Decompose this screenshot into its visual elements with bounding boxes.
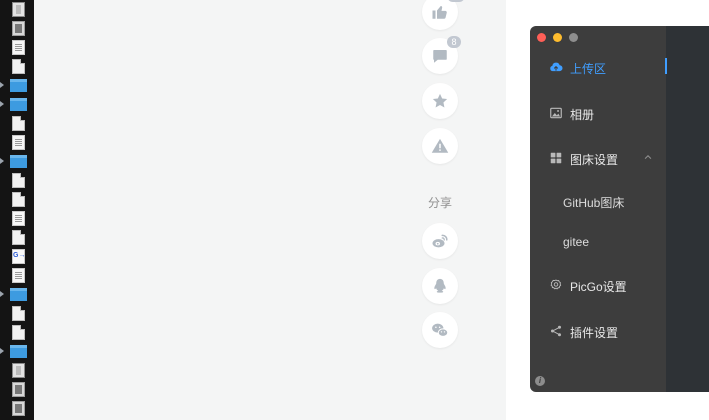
folder-icon bbox=[10, 345, 27, 358]
wechat-icon bbox=[432, 323, 449, 337]
disclosure-arrow-icon[interactable] bbox=[0, 101, 4, 107]
disclosure-arrow-icon[interactable] bbox=[0, 82, 4, 88]
menu-item-plugin-settings[interactable]: 插件设置 bbox=[530, 319, 666, 343]
folder-icon bbox=[10, 98, 27, 111]
file-row[interactable] bbox=[0, 399, 34, 418]
file-row[interactable] bbox=[0, 171, 34, 190]
device-icon bbox=[12, 2, 25, 17]
picture-icon bbox=[550, 107, 562, 119]
file-row[interactable] bbox=[0, 209, 34, 228]
menu-label-gitee: gitee bbox=[563, 235, 590, 249]
share-qq-button[interactable] bbox=[422, 268, 458, 304]
file-row[interactable] bbox=[0, 228, 34, 247]
star-icon bbox=[432, 93, 448, 108]
file-browser-strip bbox=[0, 0, 34, 420]
menu-label-album: 相册 bbox=[570, 108, 595, 122]
file-row[interactable] bbox=[0, 304, 34, 323]
device-icon bbox=[12, 363, 25, 378]
file-icon bbox=[12, 173, 25, 188]
folder-icon bbox=[10, 155, 27, 168]
file-row[interactable] bbox=[0, 57, 34, 76]
image-file-icon bbox=[12, 21, 25, 36]
comment-button[interactable]: 8 bbox=[422, 36, 461, 74]
file-icon bbox=[12, 325, 25, 340]
weibo-icon bbox=[432, 234, 448, 248]
document-icon bbox=[12, 211, 25, 226]
menu-item-bed-settings[interactable]: 图床设置 bbox=[530, 146, 666, 170]
file-icon bbox=[12, 306, 25, 321]
file-icon bbox=[12, 59, 25, 74]
share-label: 分享 bbox=[427, 196, 452, 210]
file-icon bbox=[12, 230, 25, 245]
file-row[interactable] bbox=[0, 38, 34, 57]
grid-menu-icon bbox=[550, 152, 562, 164]
file-icon bbox=[12, 192, 25, 207]
menu-label-upload: 上传区 bbox=[570, 62, 607, 76]
window-minimize-button[interactable] bbox=[553, 33, 562, 42]
folder-icon bbox=[10, 79, 27, 92]
file-row[interactable] bbox=[0, 361, 34, 380]
file-row[interactable] bbox=[0, 266, 34, 285]
file-row[interactable] bbox=[0, 190, 34, 209]
window-close-button[interactable] bbox=[537, 33, 546, 42]
menu-label-github-bed: GitHub图床 bbox=[563, 196, 625, 210]
qq-penguin-icon bbox=[434, 278, 446, 293]
file-row[interactable] bbox=[0, 285, 34, 304]
gear-icon bbox=[550, 279, 562, 290]
chevron-up-icon bbox=[644, 154, 652, 160]
document-icon bbox=[12, 268, 25, 283]
picgo-app-window: 上传区 相册 图床设置 GitHub图床 gitee PicGo设置 插件设置 … bbox=[530, 26, 709, 392]
document-icon bbox=[12, 40, 25, 55]
report-button[interactable] bbox=[422, 128, 458, 164]
thumbs-up-icon bbox=[432, 6, 447, 19]
menu-item-album[interactable]: 相册 bbox=[530, 101, 666, 125]
menu-label-picgo-settings: PicGo设置 bbox=[570, 280, 627, 294]
warning-icon bbox=[431, 138, 449, 153]
info-icon[interactable]: i bbox=[535, 376, 545, 386]
image-file-icon bbox=[12, 401, 25, 416]
file-row[interactable] bbox=[0, 0, 34, 19]
document-icon bbox=[12, 135, 25, 150]
window-maximize-button[interactable] bbox=[569, 33, 578, 42]
menu-item-gitee[interactable]: gitee bbox=[530, 230, 666, 254]
disclosure-arrow-icon[interactable] bbox=[0, 291, 4, 297]
file-row[interactable] bbox=[0, 95, 34, 114]
menu-item-picgo-settings[interactable]: PicGo设置 bbox=[530, 273, 666, 297]
file-row[interactable] bbox=[0, 152, 34, 171]
menu-label-plugin-settings: 插件设置 bbox=[570, 326, 619, 340]
comment-count-badge: 8 bbox=[447, 36, 461, 48]
file-row[interactable] bbox=[0, 380, 34, 399]
picgo-content-area bbox=[666, 26, 709, 392]
file-row[interactable] bbox=[0, 323, 34, 342]
share-nodes-icon bbox=[550, 325, 562, 337]
file-row[interactable] bbox=[0, 19, 34, 38]
link-file-icon bbox=[12, 249, 25, 264]
file-row[interactable] bbox=[0, 76, 34, 95]
menu-item-upload[interactable]: 上传区 bbox=[530, 55, 666, 79]
image-file-icon bbox=[12, 382, 25, 397]
folder-icon bbox=[10, 288, 27, 301]
comment-icon bbox=[433, 50, 447, 63]
menu-label-bed-settings: 图床设置 bbox=[570, 153, 619, 167]
file-row[interactable] bbox=[0, 133, 34, 152]
file-row[interactable] bbox=[0, 247, 34, 266]
file-row[interactable] bbox=[0, 114, 34, 133]
share-wechat-button[interactable] bbox=[422, 312, 458, 348]
file-icon bbox=[12, 116, 25, 131]
disclosure-arrow-icon[interactable] bbox=[0, 348, 4, 354]
menu-item-github-bed[interactable]: GitHub图床 bbox=[530, 189, 666, 213]
file-row[interactable] bbox=[0, 342, 34, 361]
disclosure-arrow-icon[interactable] bbox=[0, 158, 4, 164]
cloud-upload-icon bbox=[550, 62, 563, 72]
collect-button[interactable] bbox=[422, 83, 458, 119]
share-weibo-button[interactable] bbox=[422, 223, 458, 259]
